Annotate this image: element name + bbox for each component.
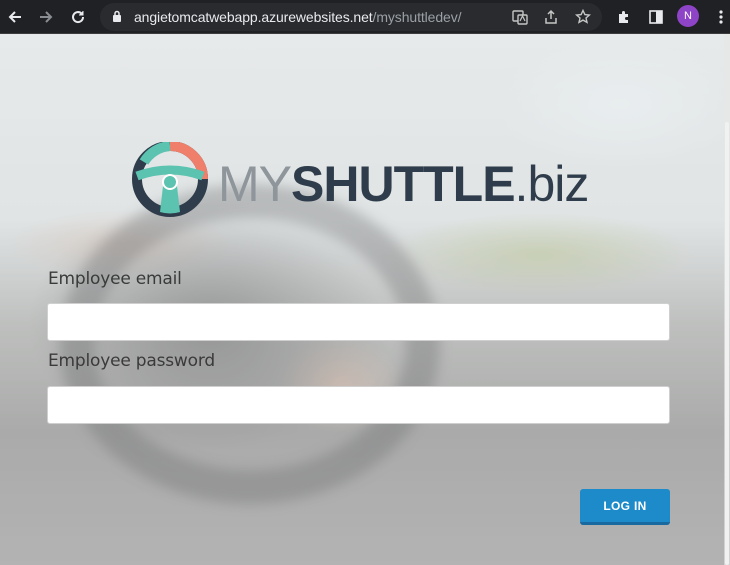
profile-avatar[interactable]: N — [677, 5, 699, 27]
steering-wheel-icon — [132, 142, 208, 217]
address-bar[interactable]: angietomcatwebapp.azurewebsites.net/mysh… — [100, 3, 602, 31]
login-button[interactable]: LOG IN — [580, 489, 670, 525]
back-button[interactable] — [3, 5, 27, 29]
scrollbar-thumb[interactable] — [725, 122, 729, 565]
forward-arrow-icon — [40, 11, 53, 23]
back-arrow-icon — [8, 11, 21, 23]
lock-icon — [113, 10, 121, 22]
background-overlay — [0, 34, 730, 565]
kebab-menu-icon — [719, 10, 723, 24]
logo-shuttle: SHUTTLE — [291, 156, 516, 212]
bookmark-button[interactable] — [573, 7, 593, 27]
translate-icon — [512, 10, 528, 25]
side-panel-button[interactable] — [644, 5, 668, 29]
url-text: angietomcatwebapp.azurewebsites.net/mysh… — [134, 9, 462, 25]
logo-wordmark: MYSHUTTLE.biz — [218, 156, 590, 212]
url-path: /myshuttledev/ — [372, 9, 462, 25]
browser-toolbar: angietomcatwebapp.azurewebsites.net/mysh… — [0, 0, 730, 34]
share-icon — [545, 9, 557, 24]
forward-button[interactable] — [34, 5, 58, 29]
page-viewport: MYSHUTTLE.biz Employee email Employee pa… — [0, 34, 730, 565]
url-host: angietomcatwebapp.azurewebsites.net — [134, 9, 373, 25]
email-field[interactable] — [47, 303, 670, 341]
star-icon — [575, 9, 591, 24]
translate-button[interactable] — [510, 7, 530, 27]
share-button[interactable] — [541, 7, 561, 27]
menu-button[interactable] — [709, 5, 730, 29]
logo-my: MY — [218, 156, 292, 212]
logo-biz: .biz — [514, 156, 590, 212]
puzzle-icon — [619, 11, 628, 23]
side-panel-icon — [649, 10, 663, 24]
extensions-button[interactable] — [612, 5, 636, 29]
email-label: Employee email — [48, 269, 182, 289]
reload-icon — [72, 11, 85, 24]
password-label: Employee password — [48, 351, 215, 371]
password-field[interactable] — [47, 386, 670, 424]
reload-button[interactable] — [66, 5, 90, 29]
